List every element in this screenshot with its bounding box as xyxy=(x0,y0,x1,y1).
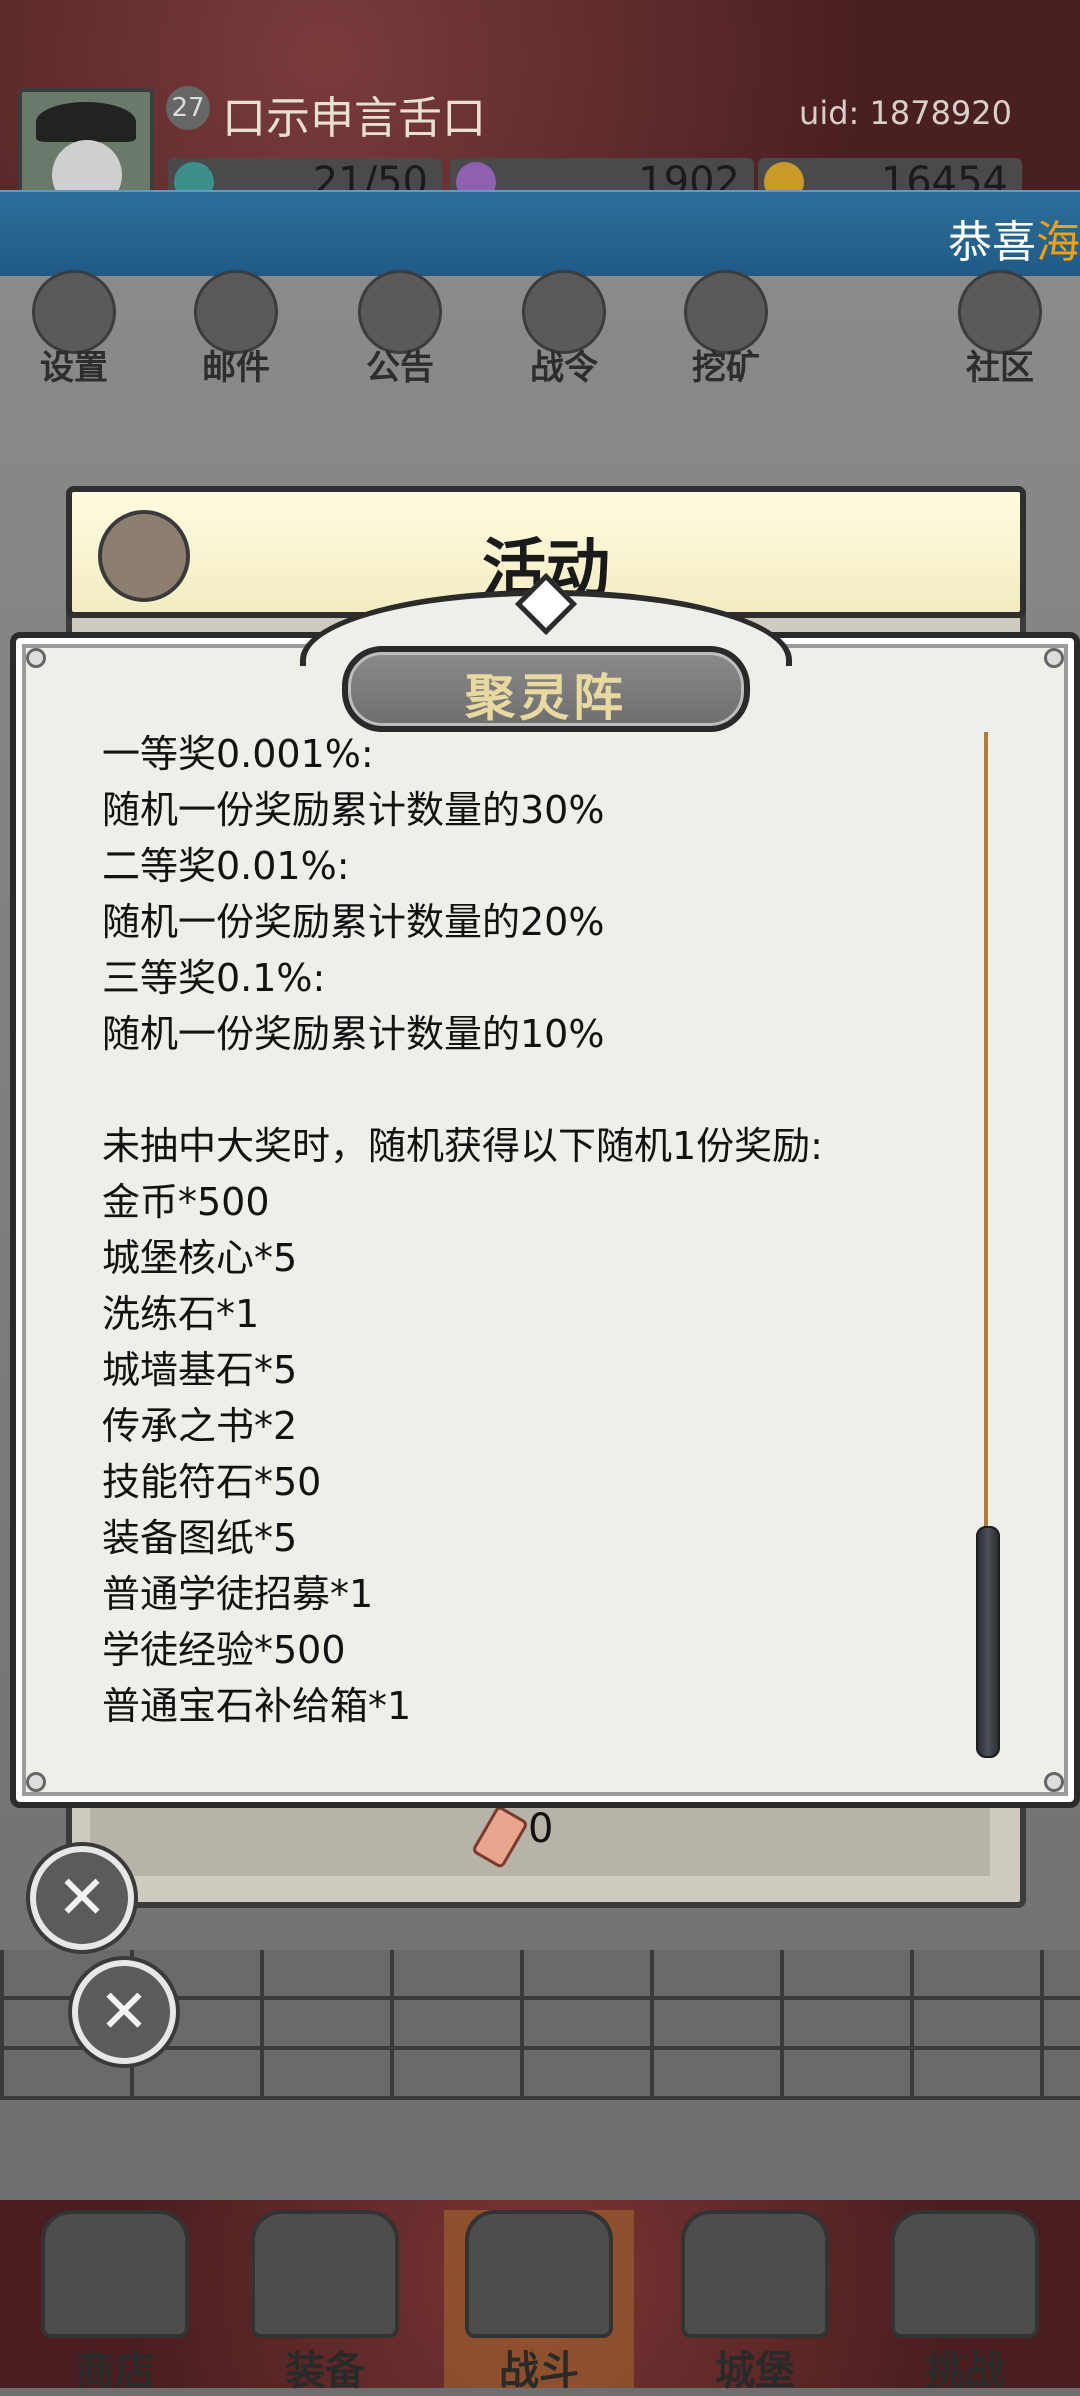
menu-community[interactable]: 社区 xyxy=(940,270,1060,389)
top-bar: 27 口示申言舌口 uid: 1878920 21/50 1902 16454 xyxy=(0,0,1080,224)
content-line: 技能符石*50 xyxy=(102,1460,322,1504)
nav-battle[interactable]: 战斗 xyxy=(444,2210,634,2394)
castle-icon xyxy=(681,2210,829,2338)
scrollbar-thumb[interactable] xyxy=(976,1526,1000,1758)
nav-label: 装备 xyxy=(285,2347,365,2394)
ticket-count: 0 xyxy=(528,1806,554,1852)
content-line: 装备图纸*5 xyxy=(102,1516,298,1560)
content-line: 普通宝石补给箱*1 xyxy=(102,1684,412,1728)
nav-challenge[interactable]: 挑战 xyxy=(870,2210,1060,2394)
menu-battle-pass[interactable]: 战令 xyxy=(504,270,624,389)
close-icon: ✕ xyxy=(56,1863,108,1933)
shield-icon xyxy=(891,2210,1039,2338)
nav-equipment[interactable]: 装备 xyxy=(230,2210,420,2394)
content-line: 传承之书*2 xyxy=(102,1404,298,1448)
content-line: 学徒经验*500 xyxy=(102,1628,346,1672)
dialog-title: 聚灵阵 xyxy=(465,668,627,727)
ticker-part-2: 海 xyxy=(1036,217,1080,268)
avatar-hat xyxy=(36,102,136,142)
content-line: 随机一份奖励累计数量的20% xyxy=(102,900,605,944)
close-button[interactable]: ✕ xyxy=(30,1846,134,1950)
corner-rivet xyxy=(26,1772,46,1792)
content-line: 一等奖0.001%: xyxy=(102,732,374,776)
dialog-title-plate: 聚灵阵 xyxy=(342,646,750,732)
ticker-text: 恭喜海 xyxy=(948,206,1080,270)
content-line: 城墙基石*5 xyxy=(102,1348,298,1392)
menu-label: 社区 xyxy=(966,348,1034,388)
content-line: 二等奖0.01%: xyxy=(102,844,350,888)
nav-label: 挑战 xyxy=(925,2347,1005,2394)
crossed-swords-icon xyxy=(465,2210,613,2338)
menu-label: 公告 xyxy=(366,348,434,388)
level-badge: 27 xyxy=(166,86,210,130)
shop-icon xyxy=(41,2210,189,2338)
menu-settings[interactable]: 设置 xyxy=(14,270,134,389)
corner-rivet xyxy=(26,648,46,668)
dialog-content[interactable]: 一等奖0.001%: 随机一份奖励累计数量的30% 二等奖0.01%: 随机一份… xyxy=(102,726,962,1766)
corner-rivet xyxy=(1044,648,1064,668)
content-line: 随机一份奖励累计数量的30% xyxy=(102,788,605,832)
nav-label: 城堡 xyxy=(715,2347,795,2394)
top-menu: 设置 邮件 公告 战令 挖矿 社区 xyxy=(0,270,1080,400)
content-line xyxy=(102,1062,962,1118)
menu-label: 挖矿 xyxy=(692,348,760,388)
backpack-icon xyxy=(251,2210,399,2338)
close-button-secondary[interactable]: ✕ xyxy=(72,1960,176,2064)
content-line: 城堡核心*5 xyxy=(102,1236,298,1280)
ticker-part-1: 恭喜 xyxy=(948,217,1036,268)
scrollbar-track[interactable] xyxy=(984,732,988,1532)
menu-mining[interactable]: 挖矿 xyxy=(666,270,786,389)
uid-label: uid: 1878920 xyxy=(799,94,1012,132)
nav-label: 商店 xyxy=(75,2347,155,2394)
menu-label: 邮件 xyxy=(202,348,270,388)
nav-shop[interactable]: 商店 xyxy=(20,2210,210,2394)
content-line: 随机一份奖励累计数量的10% xyxy=(102,1012,605,1056)
broadcast-ticker: 恭喜海 xyxy=(0,190,1080,280)
content-line: 洗练石*1 xyxy=(102,1292,260,1336)
player-name: 口示申言舌口 xyxy=(222,93,486,144)
menu-label: 战令 xyxy=(530,348,598,388)
content-line: 金币*500 xyxy=(102,1180,270,1224)
content-line: 普通学徒招募*1 xyxy=(102,1572,374,1616)
nav-castle[interactable]: 城堡 xyxy=(660,2210,850,2394)
close-icon: ✕ xyxy=(98,1977,150,2047)
menu-label: 设置 xyxy=(40,348,108,388)
content-line: 三等奖0.1%: xyxy=(102,956,326,1000)
corner-rivet xyxy=(1044,1772,1064,1792)
content-line: 未抽中大奖时，随机获得以下随机1份奖励: xyxy=(102,1124,823,1168)
nav-label: 战斗 xyxy=(499,2347,579,2394)
menu-notice[interactable]: 公告 xyxy=(340,270,460,389)
menu-mail[interactable]: 邮件 xyxy=(176,270,296,389)
